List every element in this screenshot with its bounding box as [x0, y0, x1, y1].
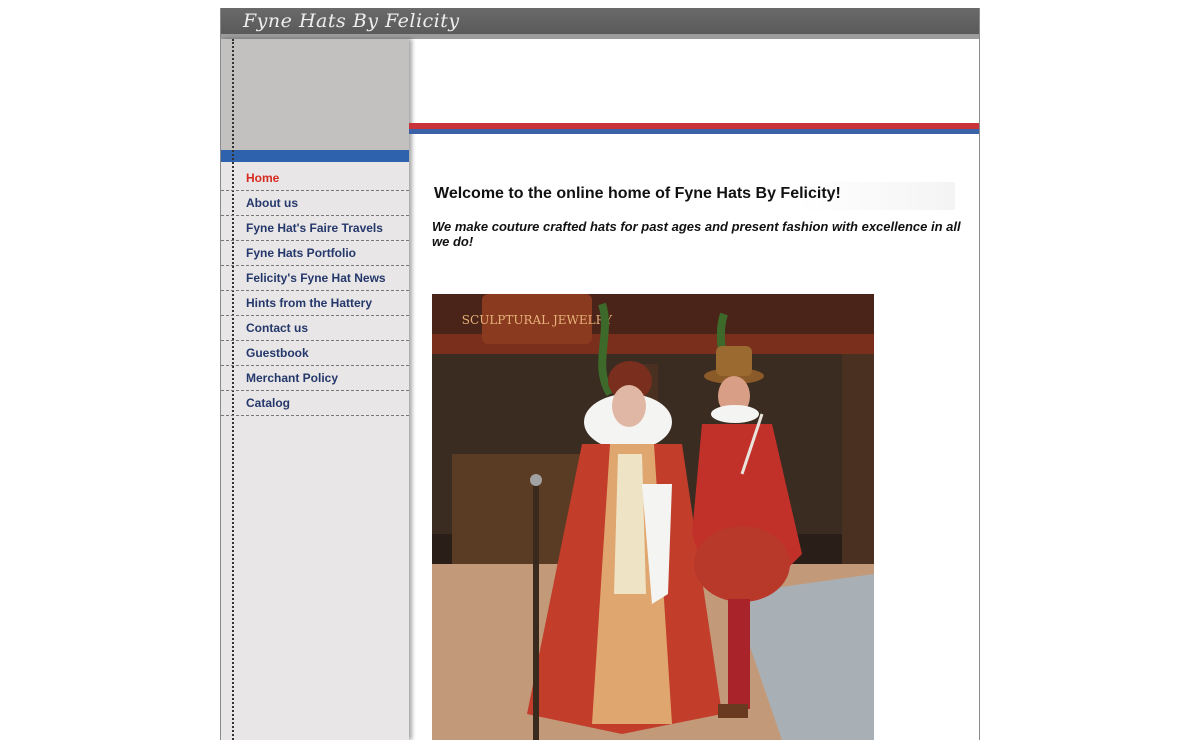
banner-blue-stripe [409, 129, 979, 134]
sidebar-item-home[interactable]: Home [221, 166, 409, 191]
sidebar-item-label[interactable]: Catalog [221, 391, 409, 415]
sidebar-top-panel [221, 39, 409, 150]
tagline-text: We make couture crafted hats for past ag… [432, 219, 961, 249]
sidebar-item-label[interactable]: Hints from the Hattery [221, 291, 409, 315]
photo-illustration: SCULPTURAL JEWELRY [432, 294, 874, 740]
sidebar-item-about-us[interactable]: About us [221, 191, 409, 216]
sidebar-item-label[interactable]: Felicity's Fyne Hat News [221, 266, 409, 290]
sidebar-item-guestbook[interactable]: Guestbook [221, 341, 409, 366]
sidebar-item-catalog[interactable]: Catalog [221, 391, 409, 416]
sidebar-item-label[interactable]: Fyne Hat's Faire Travels [221, 216, 409, 240]
sidebar-item-faire-travels[interactable]: Fyne Hat's Faire Travels [221, 216, 409, 241]
sidebar-item-label[interactable]: Guestbook [221, 341, 409, 365]
sidebar-item-hints[interactable]: Hints from the Hattery [221, 291, 409, 316]
sidebar-item-label[interactable]: Merchant Policy [221, 366, 409, 390]
page-container: Fyne Hats By Felicity Home About us Fyne… [220, 8, 980, 740]
site-title[interactable]: Fyne Hats By Felicity [243, 10, 460, 32]
sidebar-nav: Home About us Fyne Hat's Faire Travels F… [221, 166, 409, 416]
sidebar-item-merchant-policy[interactable]: Merchant Policy [221, 366, 409, 391]
sidebar-item-label[interactable]: Home [221, 166, 409, 190]
hero-photo: SCULPTURAL JEWELRY [432, 294, 874, 740]
sidebar-item-label[interactable]: Fyne Hats Portfolio [221, 241, 409, 265]
sidebar-item-label[interactable]: About us [221, 191, 409, 215]
sidebar-item-portfolio[interactable]: Fyne Hats Portfolio [221, 241, 409, 266]
sidebar-item-hat-news[interactable]: Felicity's Fyne Hat News [221, 266, 409, 291]
woman-face [612, 385, 646, 427]
welcome-heading: Welcome to the online home of Fyne Hats … [434, 185, 841, 202]
site-header: Fyne Hats By Felicity [221, 8, 979, 34]
woman-cane [533, 482, 539, 740]
man-breeches [694, 526, 790, 602]
shop-sign-text: SCULPTURAL JEWELRY [462, 313, 613, 327]
sidebar-item-label[interactable]: Contact us [221, 316, 409, 340]
sidebar-item-contact-us[interactable]: Contact us [221, 316, 409, 341]
sidebar-accent-bar [221, 150, 409, 162]
sidebar: Home About us Fyne Hat's Faire Travels F… [221, 39, 409, 740]
man-hat [716, 346, 752, 376]
